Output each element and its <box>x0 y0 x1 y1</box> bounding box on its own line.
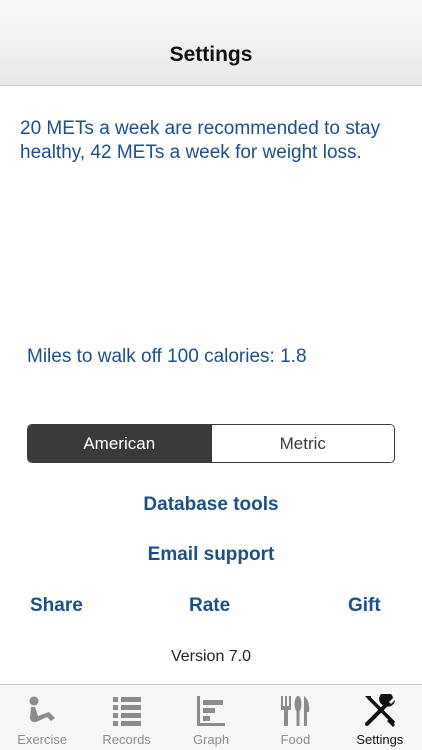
gift-button[interactable]: Gift <box>348 595 381 617</box>
database-tools-button[interactable]: Database tools <box>0 494 422 516</box>
email-support-button[interactable]: Email support <box>0 544 422 566</box>
mets-recommendation-text: 20 METs a week are recommended to stay h… <box>20 118 381 163</box>
fork-knife-icon <box>276 693 314 729</box>
tab-graph[interactable]: Graph <box>169 685 253 750</box>
tab-exercise[interactable]: Exercise <box>0 685 84 750</box>
graph-icon <box>192 693 230 729</box>
units-option-american[interactable]: American <box>28 425 211 462</box>
tab-exercise-label: Exercise <box>17 732 68 747</box>
miles-to-walk-text: Miles to walk off 100 calories: 1.8 <box>27 346 307 367</box>
tab-settings-label: Settings <box>356 732 404 747</box>
units-option-metric[interactable]: Metric <box>210 425 394 462</box>
tab-food-label: Food <box>280 732 311 747</box>
tab-bar: Exercise Records Graph Food Settings <box>0 684 422 750</box>
tab-graph-label: Graph <box>192 732 230 747</box>
navigation-bar: Settings <box>0 0 422 86</box>
share-button[interactable]: Share <box>30 595 83 617</box>
tab-records-label: Records <box>102 732 151 747</box>
rate-button[interactable]: Rate <box>189 595 230 617</box>
page-title: Settings <box>169 43 253 66</box>
wrench-screwdriver-icon <box>361 693 399 729</box>
tab-settings[interactable]: Settings <box>338 685 422 750</box>
tab-food[interactable]: Food <box>253 685 337 750</box>
tab-records[interactable]: Records <box>84 685 168 750</box>
version-label: Version 7.0 <box>170 648 252 665</box>
list-icon <box>108 693 146 729</box>
exercise-icon <box>23 693 61 729</box>
units-segmented-control[interactable]: American Metric <box>27 424 395 463</box>
